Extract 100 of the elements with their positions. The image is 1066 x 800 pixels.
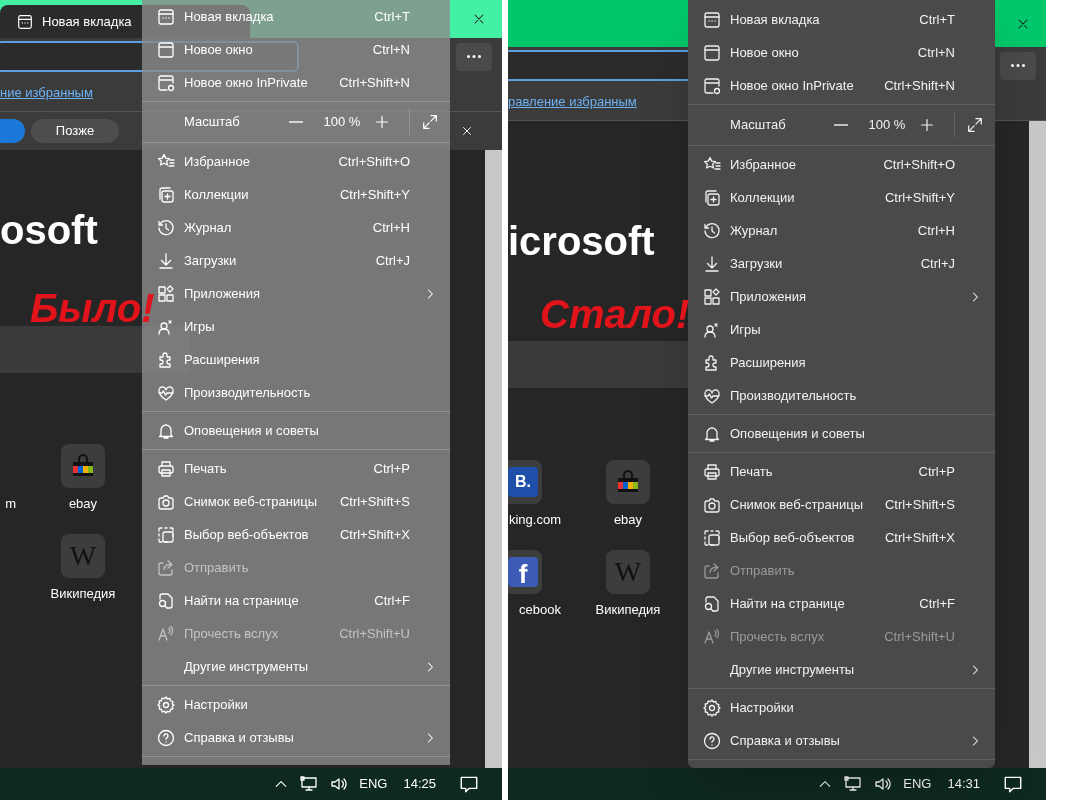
menu-item[interactable]: Избранное Ctrl+Shift+O xyxy=(688,148,995,181)
menu-label: Загрузки xyxy=(184,251,237,270)
expand-icon xyxy=(421,113,439,131)
manage-favorites-link[interactable]: равление избранным xyxy=(508,92,637,112)
menu-item[interactable]: Журнал Ctrl+H xyxy=(688,214,995,247)
menu-item[interactable]: Настройки xyxy=(688,691,995,724)
shortcut-label: Ctrl+N xyxy=(372,40,410,59)
menu-item[interactable]: Новое окно InPrivate Ctrl+Shift+N xyxy=(142,66,450,99)
shop-tile[interactable] xyxy=(61,444,105,488)
clock[interactable]: 14:31 xyxy=(947,774,980,794)
language-indicator[interactable]: ENG xyxy=(903,774,932,794)
menu-item[interactable]: Новое окно Ctrl+N xyxy=(688,36,995,69)
menu-item[interactable]: Выбор веб-объектов Ctrl+Shift+X xyxy=(142,518,450,551)
shortcut-label: Ctrl+H xyxy=(372,218,410,237)
menu-item[interactable]: Справка и отзывы xyxy=(142,721,450,754)
menu-item[interactable]: Приложения xyxy=(688,280,995,313)
tile-label: Википедия xyxy=(50,584,116,603)
menu-label: Новое окно InPrivate xyxy=(184,73,308,92)
window-icon xyxy=(702,42,722,63)
zoom-value: 100 % xyxy=(867,116,907,135)
menu-item[interactable]: Производительность xyxy=(142,376,450,409)
collections-icon xyxy=(702,187,722,208)
shortcut-label: Ctrl+H xyxy=(917,221,955,240)
menu-label: Расширения xyxy=(730,353,806,372)
menu-item[interactable]: Коллекции Ctrl+Shift+Y xyxy=(688,181,995,214)
menu-item[interactable]: Избранное Ctrl+Shift+O xyxy=(142,145,450,178)
close-button[interactable] xyxy=(460,124,474,138)
manage-favorites-link[interactable]: ние избранным xyxy=(0,83,93,103)
menu-item[interactable]: Коллекции Ctrl+Shift+Y xyxy=(142,178,450,211)
menu-item[interactable]: Журнал Ctrl+H xyxy=(142,211,450,244)
shortcut-label: Ctrl+Shift+U xyxy=(884,627,955,646)
menu-label: Снимок веб-страницы xyxy=(184,492,318,511)
menu-label: Загрузки xyxy=(730,254,783,273)
menu-item[interactable]: Игры xyxy=(688,313,995,346)
menu-label: Найти на странице xyxy=(184,591,299,610)
private-window-icon xyxy=(702,75,722,96)
more-button[interactable] xyxy=(456,42,492,71)
zoom-label: Масштаб xyxy=(730,116,787,135)
help-icon xyxy=(702,730,722,751)
tile-glyph: f xyxy=(508,556,538,587)
menu-item[interactable]: Загрузки Ctrl+J xyxy=(142,244,450,277)
shortcut-label: Ctrl+Shift+O xyxy=(883,155,955,174)
shortcut-label: Ctrl+J xyxy=(375,251,410,270)
menu-item[interactable]: Оповещения и советы xyxy=(688,417,995,450)
menu-item[interactable]: Печать Ctrl+P xyxy=(688,455,995,488)
shortcut-label: Ctrl+T xyxy=(374,7,410,26)
language-indicator[interactable]: ENG xyxy=(359,774,388,794)
menu-item[interactable]: Найти на странице Ctrl+F xyxy=(142,584,450,617)
network-icon xyxy=(299,774,320,794)
menu-label: Новая вкладка xyxy=(730,10,820,29)
menu-item[interactable]: Настройки xyxy=(142,688,450,721)
menu-label: Производительность xyxy=(730,386,857,405)
menu-item[interactable]: Оповещения и советы xyxy=(142,414,450,447)
clock[interactable]: 14:25 xyxy=(403,774,436,794)
menu-item[interactable]: Другие инструменты xyxy=(142,650,450,683)
selection-icon xyxy=(702,527,722,548)
menu-item[interactable]: Справка и отзывы xyxy=(688,724,995,757)
menu-item[interactable]: Новая вкладка Ctrl+T xyxy=(688,3,995,36)
menu-item[interactable]: Найти на странице Ctrl+F xyxy=(688,587,995,620)
shortcut-label: Ctrl+J xyxy=(920,254,955,273)
shop-tile[interactable] xyxy=(606,460,650,504)
menu-item[interactable]: Другие инструменты xyxy=(688,653,995,686)
shortcut-label: Ctrl+P xyxy=(373,459,410,478)
menu-item[interactable]: Расширения xyxy=(142,343,450,376)
menu-item[interactable]: Загрузки Ctrl+J xyxy=(688,247,995,280)
shortcut-label: Ctrl+N xyxy=(917,43,955,62)
menu-item[interactable]: Производительность xyxy=(688,379,995,412)
scrollbar[interactable] xyxy=(1029,121,1046,768)
menu-item[interactable]: Новое окно InPrivate Ctrl+Shift+N xyxy=(688,69,995,102)
menu-label: Другие инструменты xyxy=(184,657,309,676)
menu-label: Расширения xyxy=(184,350,260,369)
brand-wordmark: icrosoft xyxy=(508,221,655,261)
menu-item[interactable]: Снимок веб-страницы Ctrl+Shift+S xyxy=(688,488,995,521)
menu-label: Журнал xyxy=(184,218,232,237)
menu-item[interactable]: Снимок веб-страницы Ctrl+Shift+S xyxy=(142,485,450,518)
menu-label: Печать xyxy=(184,459,227,478)
later-button[interactable]: Позже xyxy=(31,119,119,143)
more-button[interactable] xyxy=(1000,51,1036,80)
menu-item[interactable]: Выбор веб-объектов Ctrl+Shift+X xyxy=(688,521,995,554)
menu-label: Печать xyxy=(730,462,773,481)
menu-label: Другие инструменты xyxy=(730,660,855,679)
private-window-icon xyxy=(156,72,176,93)
site-tile[interactable]: B. xyxy=(508,460,542,504)
scrollbar[interactable] xyxy=(485,150,502,768)
menu-label: Избранное xyxy=(184,152,250,171)
shopping-bag-icon xyxy=(615,469,641,495)
menu-label: Снимок веб-страницы xyxy=(730,495,864,514)
shopping-bag-icon xyxy=(70,453,96,479)
menu-label: Справка и отзывы xyxy=(184,728,294,747)
tile-label: cebook xyxy=(519,600,561,619)
shortcut-label: Ctrl+P xyxy=(918,462,955,481)
settings-icon xyxy=(156,694,176,715)
shortcut-label: Ctrl+T xyxy=(919,10,955,29)
site-tile[interactable]: f xyxy=(508,549,542,594)
menu-label: Журнал xyxy=(730,221,778,240)
menu-item[interactable]: Расширения xyxy=(688,346,995,379)
tile-glyph: B. xyxy=(508,467,538,497)
caption: Стало! xyxy=(540,294,690,334)
menu-item[interactable]: Печать Ctrl+P xyxy=(142,452,450,485)
window-icon xyxy=(156,39,176,60)
